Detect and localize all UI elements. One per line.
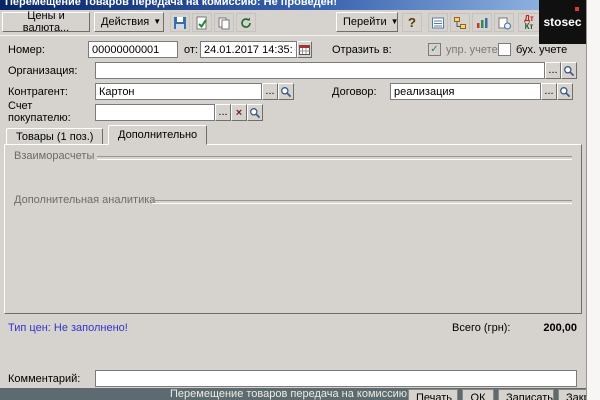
price-type-link[interactable]: Тип цен: Не заполнено! bbox=[8, 322, 128, 334]
goto-menu-button[interactable]: Перейти ▼ bbox=[336, 12, 398, 32]
actions-menu-button[interactable]: Действия ▼ bbox=[94, 12, 164, 32]
contractor-lookup-button[interactable] bbox=[278, 83, 294, 100]
report-icon bbox=[475, 16, 489, 30]
calendar-button[interactable] bbox=[297, 41, 312, 58]
settlements-group-label: Взаиморасчеты bbox=[14, 150, 94, 162]
magnifier-icon bbox=[280, 86, 292, 98]
organization-lookup-button[interactable] bbox=[561, 62, 577, 79]
calendar-icon bbox=[299, 44, 310, 55]
organization-label: Организация: bbox=[8, 65, 77, 77]
save-icon bbox=[173, 16, 187, 30]
chevron-down-icon: ▼ bbox=[391, 18, 399, 26]
watermark-badge: stosec bbox=[539, 0, 586, 44]
tab-panel bbox=[4, 144, 582, 314]
toolbar: Цены и валюта... Действия ▼ Перейти ▼ ? bbox=[0, 10, 586, 36]
group-divider bbox=[152, 200, 572, 204]
refresh-button[interactable] bbox=[236, 13, 256, 32]
date-label: от: bbox=[184, 44, 198, 56]
refresh-icon bbox=[239, 16, 253, 30]
magnifier-icon bbox=[563, 65, 575, 77]
subordination-structure-button[interactable] bbox=[450, 13, 470, 32]
invoice-clear-button[interactable]: × bbox=[231, 104, 247, 121]
invoice-label: Счет покупателю: bbox=[8, 100, 86, 124]
print-button[interactable]: Печать bbox=[408, 389, 458, 400]
mgmt-accounting-checkbox[interactable]: ✓ bbox=[428, 43, 441, 56]
clear-icon: × bbox=[236, 108, 242, 118]
total-value: 200,00 bbox=[505, 322, 577, 334]
document-list-button[interactable] bbox=[428, 13, 448, 32]
organization-choose-button[interactable]: ... bbox=[545, 62, 561, 79]
dtkt-button[interactable]: Дт Кт bbox=[518, 13, 540, 32]
copy-button[interactable] bbox=[214, 13, 234, 32]
contractor-choose-button[interactable]: ... bbox=[262, 83, 278, 100]
acc-accounting-label: бух. учете bbox=[516, 44, 567, 56]
acc-accounting-checkbox[interactable] bbox=[498, 43, 511, 56]
print-form-link[interactable]: Перемещение товаров передача на комиссию bbox=[170, 388, 407, 400]
bottom-bar: Перемещение товаров передача на комиссию… bbox=[0, 388, 586, 400]
document-window: Перемещение товаров передача на комиссию… bbox=[0, 0, 587, 400]
help-button[interactable]: ? bbox=[402, 13, 422, 32]
post-document-icon bbox=[195, 16, 209, 30]
magnifier-icon bbox=[559, 86, 571, 98]
contractor-input[interactable] bbox=[95, 83, 262, 100]
invoice-choose-button[interactable]: ... bbox=[215, 104, 231, 121]
dtkt-icon: Дт Кт bbox=[524, 15, 534, 31]
title-bar: Перемещение товаров передача на комиссию… bbox=[0, 0, 586, 10]
analytics-group-label: Дополнительная аналитика bbox=[14, 194, 155, 206]
watermark-text: stosec bbox=[543, 15, 581, 29]
contract-choose-button[interactable]: ... bbox=[541, 83, 557, 100]
window-title: Перемещение товаров передача на комиссию… bbox=[5, 0, 337, 8]
date-input[interactable] bbox=[200, 41, 297, 58]
comment-input[interactable] bbox=[95, 370, 577, 387]
post-document-button[interactable] bbox=[192, 13, 212, 32]
close-button[interactable]: Закрыть bbox=[558, 389, 586, 400]
chevron-down-icon: ▼ bbox=[153, 18, 161, 26]
copy-icon bbox=[217, 16, 231, 30]
ok-button[interactable]: ОК bbox=[462, 389, 494, 400]
contract-input[interactable] bbox=[390, 83, 541, 100]
report-button[interactable] bbox=[472, 13, 492, 32]
watermark-dot-icon bbox=[575, 7, 579, 11]
invoice-lookup-button[interactable] bbox=[247, 104, 263, 121]
prices-currency-button[interactable]: Цены и валюта... bbox=[2, 12, 90, 32]
document-list-icon bbox=[431, 16, 445, 30]
magnifier-icon bbox=[249, 107, 261, 119]
contract-label: Договор: bbox=[332, 86, 377, 98]
invoice-input[interactable] bbox=[95, 104, 215, 121]
save-button[interactable] bbox=[170, 13, 190, 32]
tab-additional[interactable]: Дополнительно bbox=[108, 125, 207, 145]
group-divider bbox=[97, 156, 572, 160]
tab-goods[interactable]: Товары (1 поз.) bbox=[6, 128, 103, 145]
subordination-structure-icon bbox=[453, 16, 467, 30]
related-documents-button[interactable] bbox=[494, 13, 514, 32]
check-icon: ✓ bbox=[430, 44, 438, 55]
number-label: Номер: bbox=[8, 44, 45, 56]
save-record-button[interactable]: Записать bbox=[498, 389, 554, 400]
total-label: Всего (грн): bbox=[452, 322, 511, 334]
reflect-label: Отразить в: bbox=[332, 44, 392, 56]
mgmt-accounting-label: упр. учете bbox=[446, 44, 498, 56]
number-input[interactable] bbox=[88, 41, 178, 58]
contractor-label: Контрагент: bbox=[8, 86, 68, 98]
related-documents-icon bbox=[497, 16, 511, 30]
contract-lookup-button[interactable] bbox=[557, 83, 573, 100]
organization-input[interactable] bbox=[95, 62, 545, 79]
comment-label: Комментарий: bbox=[8, 373, 80, 385]
help-icon: ? bbox=[408, 15, 416, 30]
